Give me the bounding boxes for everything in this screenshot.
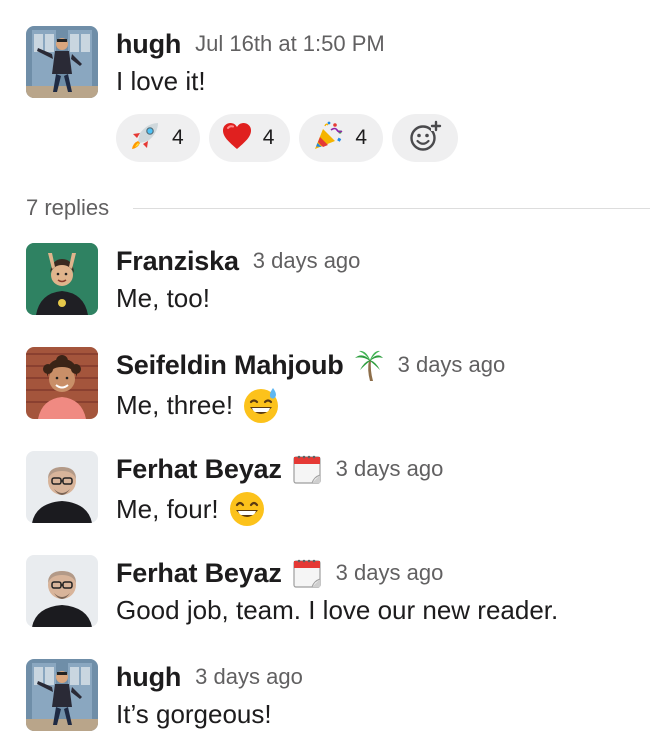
message-text: Me, three!: [116, 385, 650, 425]
add-emoji-icon: [408, 119, 442, 158]
red-heart-icon: [221, 120, 253, 157]
message-text: Me, too!: [116, 283, 210, 313]
avatar[interactable]: [26, 555, 98, 627]
timestamp[interactable]: 3 days ago: [195, 664, 303, 690]
author-name[interactable]: Franziska: [116, 246, 239, 277]
add-reaction-button[interactable]: [392, 114, 459, 162]
palm-tree-icon[interactable]: [354, 348, 384, 382]
replies-divider: 7 replies: [26, 194, 650, 222]
calendar-icon[interactable]: [292, 557, 322, 589]
author-name[interactable]: Ferhat Beyaz: [116, 558, 282, 589]
avatar[interactable]: [26, 243, 98, 315]
avatar[interactable]: [26, 26, 98, 98]
timestamp[interactable]: 3 days ago: [336, 560, 444, 586]
message-text: It’s gorgeous!: [116, 699, 272, 729]
reaction-count: 4: [172, 126, 184, 149]
reaction-count: 4: [355, 126, 368, 149]
reaction-party[interactable]: 4: [299, 114, 384, 162]
message-text: Me, four!: [116, 489, 650, 529]
author-name[interactable]: Seifeldin Mahjoub: [116, 350, 344, 381]
author-name[interactable]: hugh: [116, 662, 181, 693]
reaction-count: 4: [262, 126, 275, 149]
replies-count-label: 7 replies: [26, 195, 110, 220]
author-name[interactable]: Ferhat Beyaz: [116, 454, 282, 485]
avatar[interactable]: [26, 451, 98, 523]
grinning-smile-icon: [227, 489, 267, 529]
timestamp[interactable]: 3 days ago: [398, 352, 506, 378]
reactions-bar: 4 4 4: [116, 114, 650, 162]
calendar-icon[interactable]: [292, 453, 322, 485]
avatar[interactable]: [26, 659, 98, 731]
grinning-sweat-icon: [241, 385, 281, 425]
reaction-heart[interactable]: 4: [208, 114, 291, 162]
rocket-icon: [128, 119, 162, 158]
avatar[interactable]: [26, 347, 98, 419]
author-name[interactable]: hugh: [116, 29, 181, 60]
message-text: Good job, team. I love our new reader.: [116, 595, 559, 625]
divider-line: [133, 207, 650, 209]
timestamp[interactable]: Jul 16th at 1:50 PM: [195, 31, 385, 57]
party-popper-icon: [311, 119, 345, 158]
message-text: I love it!: [116, 66, 206, 96]
timestamp[interactable]: 3 days ago: [336, 456, 444, 482]
reaction-rocket[interactable]: 4: [116, 114, 200, 162]
timestamp[interactable]: 3 days ago: [253, 248, 361, 274]
